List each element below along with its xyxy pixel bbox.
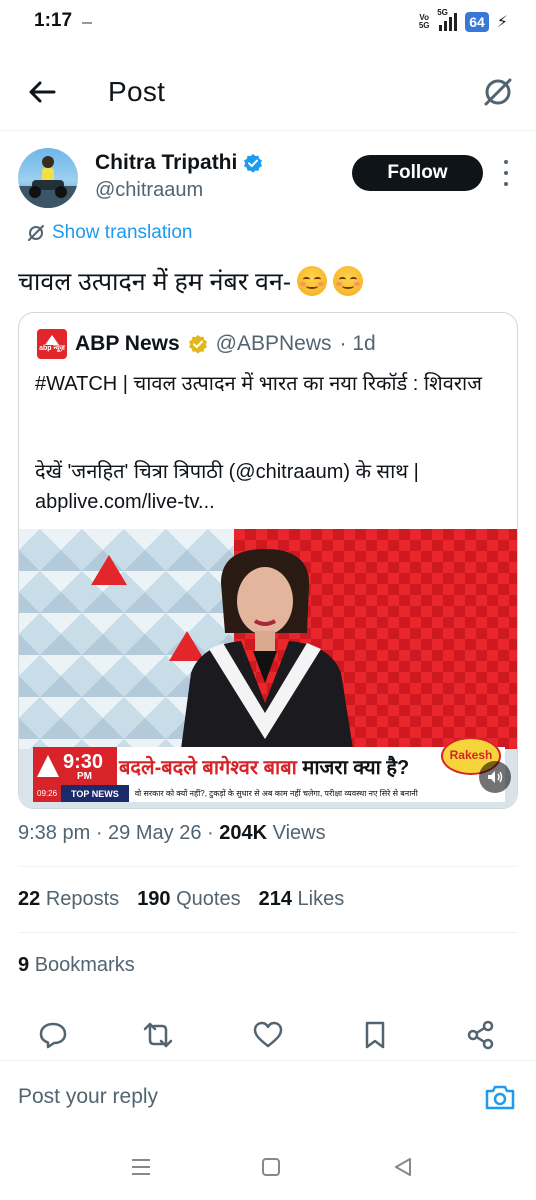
ticker-top-news: TOP NEWS xyxy=(61,788,129,799)
post-time: 9:38 pm xyxy=(18,822,91,844)
grok-icon xyxy=(484,78,512,106)
bookmark-icon xyxy=(365,1021,385,1049)
ticker-headline-red: बदले-बदले बागेश्वर बाबा xyxy=(119,756,297,779)
gold-verified-badge-icon xyxy=(188,335,207,354)
bookmarks-stat[interactable]: 9 Bookmarks xyxy=(18,954,135,977)
home-button[interactable] xyxy=(258,1154,284,1180)
share-button[interactable] xyxy=(464,1018,498,1052)
repost-button[interactable] xyxy=(141,1018,175,1052)
views-count: 204K xyxy=(219,822,268,844)
ticker-bar: 09:26 TOP NEWS वो सरकार को क्यों नहीं?, … xyxy=(33,785,505,802)
divider xyxy=(18,866,518,867)
reposts-stat[interactable]: 22 Reposts xyxy=(18,888,119,911)
charging-icon: ⚡ xyxy=(496,14,508,31)
bookmarks-count: 9 xyxy=(18,954,30,976)
smiling-emoji-icon xyxy=(297,266,328,296)
verified-badge-icon xyxy=(244,154,263,173)
decor-triangle xyxy=(91,555,127,585)
status-icons: Vo 5G 5G 64 ⚡ xyxy=(417,8,508,32)
back-button[interactable] xyxy=(24,74,60,110)
quotes-count: 190 xyxy=(137,888,171,910)
recent-apps-button[interactable] xyxy=(128,1154,154,1180)
network-type: 5G xyxy=(437,8,448,17)
ticker-clock: 09:26 xyxy=(33,785,62,802)
quoted-post-age: · 1d xyxy=(339,332,376,355)
signal-icon: 5G xyxy=(437,8,458,31)
ticker-headline: बदले-बदले बागेश्वर बाबा माजरा क्या है? xyxy=(119,751,439,781)
like-button[interactable] xyxy=(251,1018,285,1052)
speaker-icon xyxy=(488,771,503,783)
avatar[interactable] xyxy=(18,148,78,208)
post-meta: 9:38 pm · 29 May 26 · 204K Views xyxy=(18,822,326,844)
camera-button[interactable] xyxy=(484,1083,516,1111)
bookmark-button[interactable] xyxy=(358,1018,392,1052)
battery-level: 64 xyxy=(465,12,489,32)
header-divider xyxy=(0,130,536,131)
abp-logo-text: abp न्यूज़ xyxy=(39,345,65,352)
ticker-scroll-text: वो सरकार को क्यों नहीं?, टुकड़ों के सुधा… xyxy=(128,785,505,802)
likes-count: 214 xyxy=(258,888,292,910)
likes-stat[interactable]: 214 Likes xyxy=(259,888,345,911)
quoted-author-name: ABP News xyxy=(75,332,180,355)
views-label: Views xyxy=(272,822,326,844)
back-triangle-icon xyxy=(395,1158,411,1176)
system-back-button[interactable] xyxy=(390,1154,416,1180)
grok-button[interactable] xyxy=(478,72,518,112)
reposts-label: Reposts xyxy=(45,888,120,910)
home-square-icon xyxy=(262,1158,280,1176)
bookmarks-label: Bookmarks xyxy=(34,954,135,976)
quoted-author-handle: @ABPNews xyxy=(215,332,332,355)
author-name-row[interactable]: Chitra Tripathi xyxy=(95,151,263,175)
reply-button[interactable] xyxy=(36,1018,70,1052)
system-nav-bar xyxy=(0,1132,536,1200)
mute-button[interactable] xyxy=(479,761,511,793)
ticker-headline-black: माजरा क्या है? xyxy=(302,756,410,779)
reply-composer[interactable]: Post your reply xyxy=(0,1060,536,1132)
author-handle[interactable]: @chitraaum xyxy=(95,179,203,202)
engagement-stats: 22 Reposts 190 Quotes 214 Likes xyxy=(18,888,344,911)
quoted-post-text-2: देखें 'जनहित' चित्रा त्रिपाठी (@chitraau… xyxy=(35,461,419,513)
news-anchor-image xyxy=(181,549,353,749)
author-name[interactable]: Chitra Tripathi xyxy=(95,151,237,175)
show-translation-link[interactable]: Show translation xyxy=(26,222,192,244)
post-date: 29 May 26 xyxy=(108,822,202,844)
action-bar xyxy=(0,1014,536,1056)
share-icon xyxy=(467,1020,494,1050)
quoted-post-text: #WATCH | चावल उत्पादन में भारत का नया रि… xyxy=(35,373,483,395)
news-ticker: 9:30 PM बदले-बदले बागेश्वर बाबा माजरा क्… xyxy=(33,737,505,801)
follow-button[interactable]: Follow xyxy=(352,155,483,191)
quoted-post-header: abp न्यूज़ ABP News @ABPNews · 1d xyxy=(37,329,376,359)
reply-input[interactable]: Post your reply xyxy=(18,1085,158,1109)
likes-label: Likes xyxy=(297,888,345,910)
translate-icon xyxy=(28,225,44,241)
arrow-left-icon xyxy=(29,81,56,103)
status-time: 1:17 xyxy=(34,10,73,31)
camera-icon xyxy=(485,1085,515,1110)
show-translation-label: Show translation xyxy=(52,222,193,243)
repost-icon xyxy=(143,1022,173,1048)
ticker-pm: PM xyxy=(77,771,92,782)
abp-triangle-icon xyxy=(37,755,59,777)
more-options-button[interactable] xyxy=(496,160,516,186)
status-bar: 1:17 Vo 5G 5G 64 ⚡ xyxy=(0,0,536,46)
volte-icon: Vo 5G xyxy=(418,13,430,30)
quotes-label: Quotes xyxy=(176,888,241,910)
more-vertical-icon xyxy=(504,160,508,164)
tweet-text-content: चावल उत्पादन में हम नंबर वन- xyxy=(18,268,292,296)
notification-dot xyxy=(82,22,92,24)
reposts-count: 22 xyxy=(18,888,41,910)
quotes-stat[interactable]: 190 Quotes xyxy=(137,888,240,911)
tweet-text: चावल उत्पादन में हम नंबर वन- xyxy=(18,264,364,298)
avatar-image xyxy=(18,156,78,208)
video-player[interactable]: 9:30 PM बदले-बदले बागेश्वर बाबा माजरा क्… xyxy=(19,529,517,808)
quoted-post-card[interactable]: abp न्यूज़ ABP News @ABPNews · 1d #WATCH… xyxy=(18,312,518,809)
heart-icon xyxy=(253,1021,283,1048)
divider xyxy=(18,932,518,933)
menu-icon xyxy=(132,1159,150,1175)
smiling-emoji-icon xyxy=(333,266,364,296)
top-bar: Post xyxy=(0,62,536,122)
reply-icon xyxy=(39,1022,67,1049)
abp-news-logo: abp न्यूज़ xyxy=(37,329,67,359)
page-title: Post xyxy=(108,76,166,107)
